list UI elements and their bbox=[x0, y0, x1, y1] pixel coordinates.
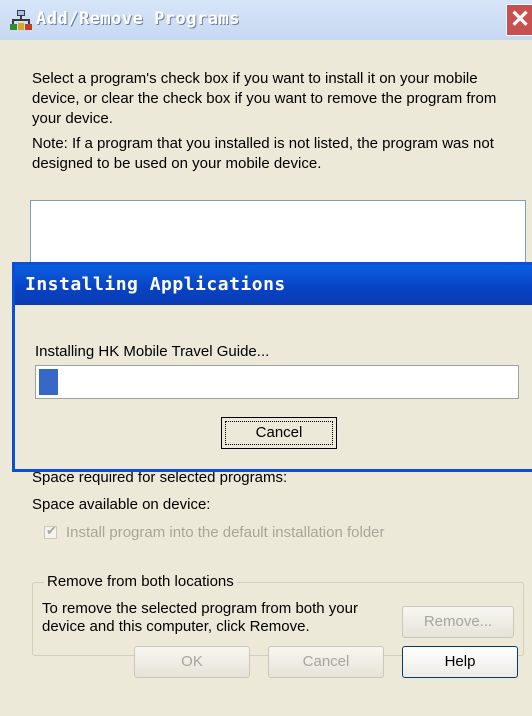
dialog-cancel-button[interactable]: Cancel bbox=[221, 417, 337, 449]
title-bar[interactable]: Add/Remove Programs ✕ bbox=[0, 0, 532, 40]
close-button[interactable]: ✕ bbox=[506, 4, 532, 36]
remove-group-title: Remove from both locations bbox=[44, 573, 237, 590]
cancel-button[interactable]: Cancel bbox=[268, 646, 384, 678]
ok-button[interactable]: OK bbox=[134, 646, 250, 678]
dialog-title-bar[interactable]: Installing Applications bbox=[15, 265, 532, 305]
intro-text: Select a program's check box if you want… bbox=[32, 70, 497, 127]
remove-button[interactable]: Remove... bbox=[402, 606, 514, 638]
install-progress-fill bbox=[39, 369, 58, 395]
installing-applications-dialog: Installing Applications Installing HK Mo… bbox=[12, 262, 532, 472]
install-status-text: Installing HK Mobile Travel Guide... bbox=[35, 343, 270, 360]
help-button[interactable]: Help bbox=[402, 646, 518, 678]
close-icon: ✕ bbox=[510, 6, 531, 33]
remove-group-text: To remove the selected program from both… bbox=[42, 600, 358, 635]
space-available-label: Space available on device: bbox=[32, 496, 211, 513]
dialog-title: Installing Applications bbox=[25, 274, 286, 295]
add-remove-programs-icon bbox=[10, 10, 32, 30]
install-progress-bar bbox=[35, 365, 519, 399]
install-default-checkbox[interactable] bbox=[44, 523, 57, 539]
install-default-label: Install program into the default install… bbox=[66, 524, 385, 541]
dialog-cancel-label: Cancel bbox=[255, 424, 303, 441]
window-title: Add/Remove Programs bbox=[36, 9, 240, 29]
note-text: Note: If a program that you installed is… bbox=[32, 135, 494, 172]
